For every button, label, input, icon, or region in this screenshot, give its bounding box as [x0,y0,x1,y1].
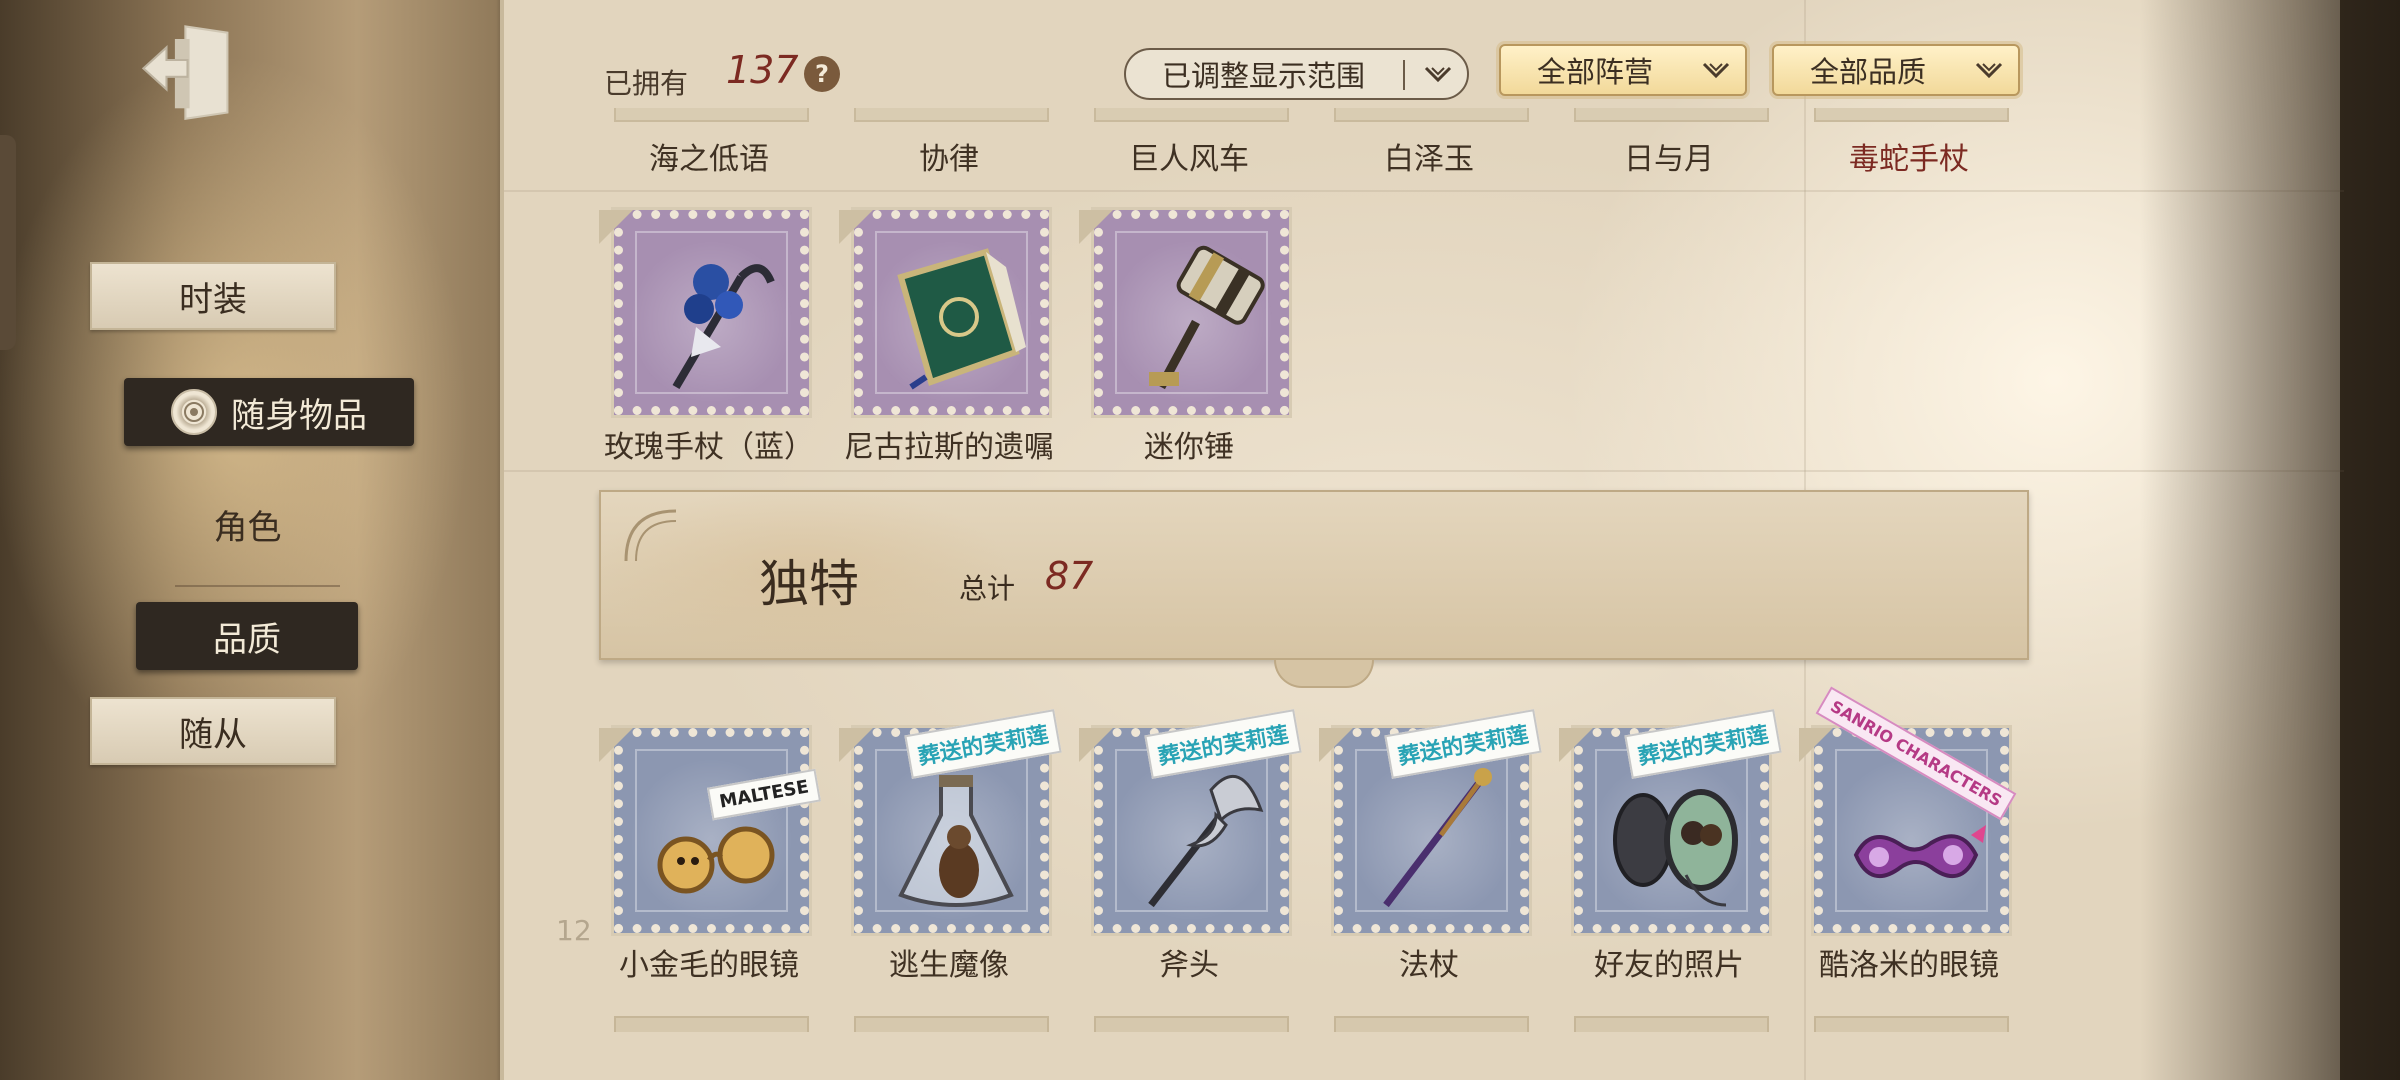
ornament-icon [624,509,677,562]
tab-follower[interactable]: 随从 [90,697,336,765]
sidebar-divider [175,585,340,587]
stamp-frame [1091,207,1292,418]
faction-dropdown-label: 全部阵营 [1537,55,1654,89]
stamp-edge [1094,1016,1289,1032]
section-banner: 独特 总计 87 [599,490,2029,660]
green-book-icon [897,248,1026,390]
section-title: 独特 [759,555,859,613]
owned-label: 已拥有 [604,67,689,100]
exit-icon[interactable] [135,18,240,123]
stamp-corner [839,210,873,244]
stamp-edge [1334,108,1529,122]
collection-panel: 已拥有 137 ? 已调整显示范围 全部阵营 全部品质 海之低语 协律 巨人风车… [500,0,2344,1080]
quality-dropdown-label: 全部品质 [1810,55,1927,89]
item-name: 迷你锤 [1144,430,1234,465]
item-name: 协律 [919,142,979,177]
staff-icon [1383,768,1492,908]
stamp-frame [611,725,812,936]
item-name: 逃生魔像 [889,948,1009,983]
owned-count: 137 [726,48,799,92]
stamp-edge [1574,1016,1769,1032]
item-name: 法杖 [1399,948,1459,983]
bottle-figure-icon [898,775,1014,907]
locket-photo-icon [1613,789,1738,907]
stamp-frame [611,207,812,418]
stamp-edge [614,108,809,122]
help-icon[interactable]: ? [804,56,840,92]
stamp-edge [1814,1016,2009,1032]
tab-follower-label: 随从 [179,714,247,755]
section-total: 87 [1045,554,1094,598]
item-name: 酷洛米的眼镜 [1819,948,1999,983]
sidebar: 时装 随身物品 角色 品质 随从 [0,0,510,1080]
stamp-corner [599,728,633,762]
tab-accessories[interactable]: 随身物品 [124,378,414,446]
chevron-down-icon [1702,62,1730,79]
paper-line [504,190,2344,192]
right-shadow [2140,0,2400,1080]
item-name: 尼古拉斯的遗嘱 [844,430,1054,465]
stamp-edge [1574,108,1769,122]
stamp-corner [1079,210,1113,244]
section-total-label: 总计 [959,572,1016,605]
tab-accessories-label: 随身物品 [231,395,367,436]
item-name: 玫瑰手杖（蓝） [604,430,814,465]
stamp-edge [1814,108,2009,122]
stamp-corner [839,728,873,762]
filter-quality[interactable]: 品质 [136,602,358,670]
range-dropdown-label: 已调整显示范围 [1162,59,1366,93]
item-name: 白泽玉 [1384,142,1474,177]
stamp-edge [1094,108,1289,122]
tab-fashion[interactable]: 时装 [90,262,336,330]
stamp-corner [1559,728,1593,762]
range-dropdown[interactable]: 已调整显示范围 [1124,48,1469,100]
filter-character-label: 角色 [213,507,282,548]
stamp-edge [1334,1016,1529,1032]
stamp-frame [851,207,1052,418]
item-name: 海之低语 [649,142,769,177]
dropdown-separator [1403,60,1405,90]
stamp-corner [1319,728,1353,762]
tab-fashion-label: 时装 [179,279,247,320]
item-name: 小金毛的眼镜 [619,948,799,983]
item-name: 好友的照片 [1594,948,1744,983]
mini-hammer-icon [1149,245,1265,390]
faction-dropdown[interactable]: 全部阵营 [1499,44,1747,96]
stamp-edge [854,1016,1049,1032]
stamp-edge [854,108,1049,122]
sidebar-edge-handle [0,135,16,350]
item-name: 毒蛇手杖 [1849,142,1969,177]
stamp-corner [599,210,633,244]
item-name: 日与月 [1624,142,1714,177]
axe-icon [1148,774,1264,908]
crest-icon [171,389,217,435]
stamp-corner [1799,728,1833,762]
blue-rose-cane-icon [672,264,775,390]
item-name: 斧头 [1159,948,1219,983]
banner-notch [1274,660,1374,688]
chevron-down-icon [1424,66,1452,83]
filter-quality-label: 品质 [213,619,281,660]
quality-dropdown[interactable]: 全部品质 [1772,44,2020,96]
stamp-corner [1079,728,1113,762]
paper-line [504,470,2344,472]
item-name: 巨人风车 [1129,142,1249,177]
chevron-down-icon [1975,62,2003,79]
filter-character[interactable]: 角色 [150,490,345,558]
stamp-edge [614,1016,809,1032]
